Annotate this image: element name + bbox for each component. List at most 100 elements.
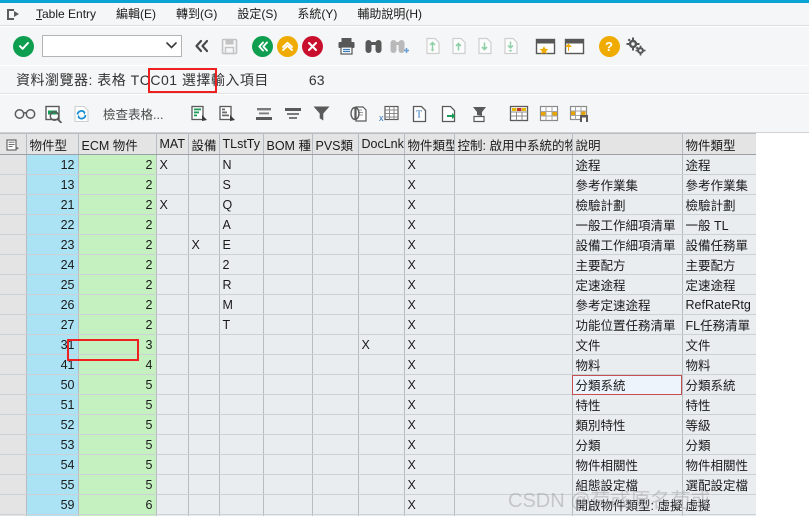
cell-tlsttype[interactable]: M <box>219 294 264 315</box>
table-row[interactable]: 13 2 S X 參考作業集 參考作業集 <box>0 174 787 195</box>
cell-pvs-type[interactable] <box>312 334 359 355</box>
cell-ecm-object[interactable]: 6 <box>78 494 157 515</box>
row-selector[interactable] <box>0 154 27 175</box>
cell-mat[interactable] <box>156 174 189 195</box>
cell-equipment[interactable] <box>188 254 220 275</box>
table-row[interactable]: 55 5 X 組態設定檔 選配設定檔 <box>0 474 787 495</box>
row-selector[interactable] <box>0 374 27 395</box>
cell-ecm-object[interactable]: 2 <box>78 274 157 295</box>
cell-description[interactable]: 類別特性 <box>572 414 683 435</box>
cell-doclnk[interactable] <box>358 254 405 275</box>
cell-object-category[interactable]: X <box>404 354 455 375</box>
cell-object-type[interactable]: 27 <box>26 314 79 335</box>
row-selector[interactable] <box>0 194 27 215</box>
cell-object-type[interactable]: 31 <box>26 334 79 355</box>
cell-control[interactable] <box>454 374 573 395</box>
cell-pvs-type[interactable] <box>312 214 359 235</box>
cell-mat[interactable] <box>156 314 189 335</box>
cell-ecm-object[interactable]: 2 <box>78 214 157 235</box>
cell-description[interactable]: 組態設定檔 <box>572 474 683 495</box>
cell-doclnk[interactable] <box>358 294 405 315</box>
row-selector[interactable] <box>0 294 27 315</box>
cell-control[interactable] <box>454 234 573 255</box>
cell-control[interactable] <box>454 434 573 455</box>
cell-equipment[interactable]: X <box>188 234 220 255</box>
cell-tlsttype[interactable] <box>219 454 264 475</box>
cell-description[interactable]: 物件相關性 <box>572 454 683 475</box>
cell-pvs-type[interactable] <box>312 154 359 175</box>
cell-object-type[interactable]: 52 <box>26 414 79 435</box>
row-selector[interactable] <box>0 474 27 495</box>
cell-doclnk[interactable] <box>358 374 405 395</box>
cell-doclnk[interactable] <box>358 234 405 255</box>
cell-ecm-object[interactable]: 3 <box>78 334 157 355</box>
create-shortcut-icon[interactable] <box>560 30 589 62</box>
cell-pvs-type[interactable] <box>312 254 359 275</box>
cell-control[interactable] <box>454 194 573 215</box>
cell-object-type[interactable]: 41 <box>26 354 79 375</box>
table-row[interactable]: 21 2 X Q X 檢驗計劃 檢驗計劃 <box>0 194 787 215</box>
row-selector[interactable] <box>0 234 27 255</box>
cell-equipment[interactable] <box>188 334 220 355</box>
cell-mat[interactable] <box>156 234 189 255</box>
cell-tlsttype[interactable] <box>219 494 264 515</box>
column-header-bom-type[interactable]: BOM 種 <box>263 133 313 155</box>
cell-equipment[interactable] <box>188 154 220 175</box>
cell-tlsttype[interactable] <box>219 354 264 375</box>
table-row[interactable]: 41 4 X 物料 物料 <box>0 354 787 375</box>
word-processing-icon[interactable]: T <box>404 98 434 130</box>
cell-mat[interactable] <box>156 454 189 475</box>
cell-bom-type[interactable] <box>263 474 313 495</box>
cell-bom-type[interactable] <box>263 354 313 375</box>
cell-control[interactable] <box>454 154 573 175</box>
print-icon[interactable] <box>332 30 360 62</box>
cell-doclnk[interactable] <box>358 474 405 495</box>
cell-control[interactable] <box>454 214 573 235</box>
cell-equipment[interactable] <box>188 174 220 195</box>
cell-description[interactable]: 定速途程 <box>572 274 683 295</box>
menu-item-goto[interactable]: 轉到(G) <box>166 3 227 25</box>
cell-doclnk[interactable] <box>358 214 405 235</box>
cell-pvs-type[interactable] <box>312 474 359 495</box>
cell-mat[interactable] <box>156 214 189 235</box>
table-row[interactable]: 50 5 X 分類系統 分類系統 <box>0 374 787 395</box>
cell-bom-type[interactable] <box>263 254 313 275</box>
table-row[interactable]: 25 2 R X 定速途程 定速途程 <box>0 274 787 295</box>
cell-pvs-type[interactable] <box>312 174 359 195</box>
cell-ecm-object[interactable]: 2 <box>78 254 157 275</box>
cell-bom-type[interactable] <box>263 234 313 255</box>
column-header-description[interactable]: 說明 <box>572 133 683 155</box>
cell-doclnk[interactable] <box>358 394 405 415</box>
cell-pvs-type[interactable] <box>312 454 359 475</box>
cell-pvs-type[interactable] <box>312 294 359 315</box>
cell-equipment[interactable] <box>188 494 220 515</box>
cell-doclnk[interactable]: X <box>358 334 405 355</box>
cell-control[interactable] <box>454 314 573 335</box>
cell-object-category[interactable]: X <box>404 314 455 335</box>
cell-description[interactable]: 功能位置任務清單 <box>572 314 683 335</box>
cell-control[interactable] <box>454 174 573 195</box>
cell-bom-type[interactable] <box>263 494 313 515</box>
cell-control[interactable] <box>454 394 573 415</box>
cell-equipment[interactable] <box>188 454 220 475</box>
cell-control[interactable] <box>454 354 573 375</box>
cell-tlsttype[interactable]: S <box>219 174 264 195</box>
table-row[interactable]: 31 3 X X 文件 文件 <box>0 334 787 355</box>
cell-bom-type[interactable] <box>263 434 313 455</box>
cell-object-type[interactable]: 55 <box>26 474 79 495</box>
cell-pvs-type[interactable] <box>312 314 359 335</box>
cell-object-category[interactable]: X <box>404 494 455 515</box>
refresh-icon[interactable] <box>67 98 95 130</box>
row-selector[interactable] <box>0 214 27 235</box>
menu-item-table-entry[interactable]: Table Entry <box>26 3 106 25</box>
cell-doclnk[interactable] <box>358 194 405 215</box>
column-header-mat[interactable]: MAT <box>156 133 189 155</box>
cell-tlsttype[interactable]: N <box>219 154 264 175</box>
cell-ecm-object[interactable]: 2 <box>78 174 157 195</box>
cell-bom-type[interactable] <box>263 374 313 395</box>
cell-object-category[interactable]: X <box>404 434 455 455</box>
cell-ecm-object[interactable]: 2 <box>78 314 157 335</box>
cell-bom-type[interactable] <box>263 214 313 235</box>
cell-bom-type[interactable] <box>263 394 313 415</box>
cell-equipment[interactable] <box>188 414 220 435</box>
